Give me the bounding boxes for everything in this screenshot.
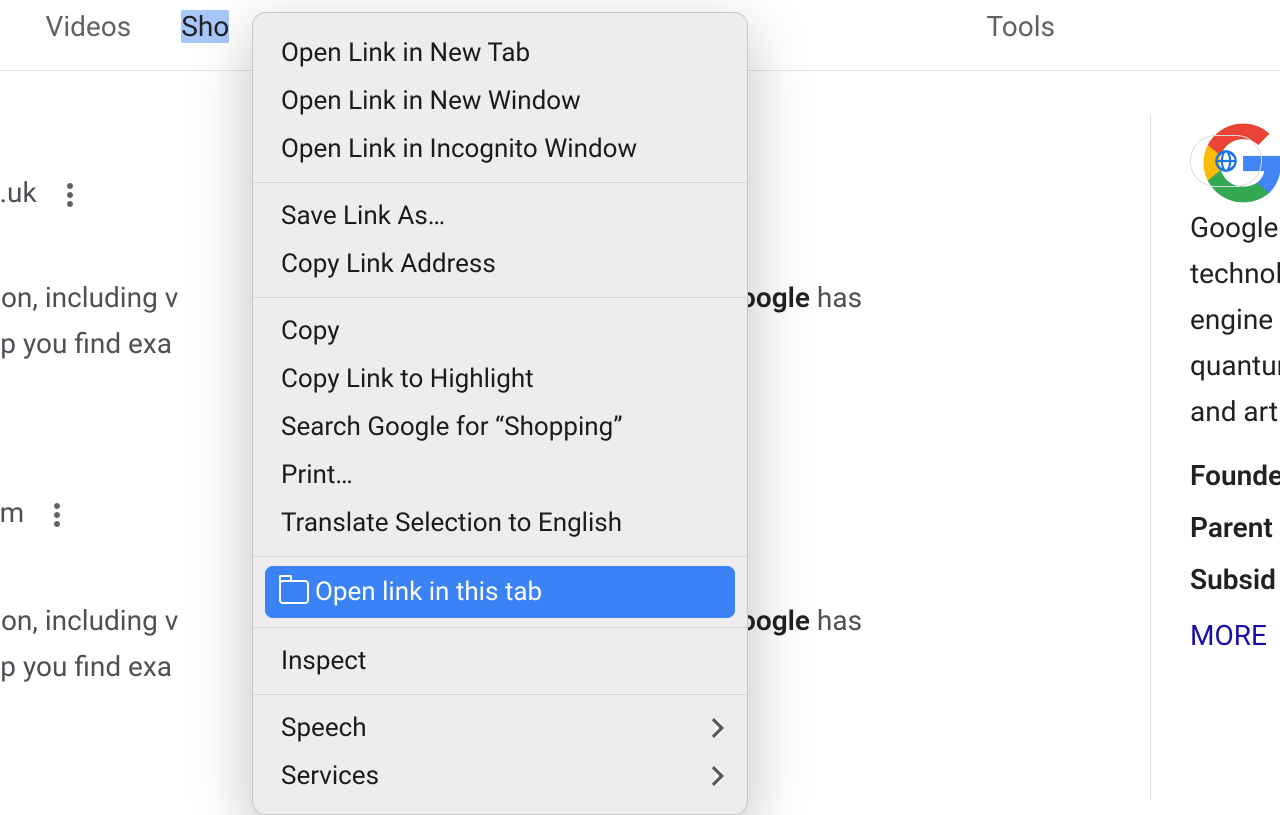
ctx-speech[interactable]: Speech <box>253 704 747 752</box>
more-icon[interactable] <box>54 512 60 518</box>
search-tabs: ws Videos Sho <box>0 10 229 43</box>
kp-line: Google <box>1190 205 1280 251</box>
ctx-print[interactable]: Print… <box>253 451 747 499</box>
ctx-separator <box>253 694 747 695</box>
result-url-uk[interactable]: le.co.uk <box>0 170 73 216</box>
ctx-translate[interactable]: Translate Selection to English <box>253 499 747 547</box>
kp-line: quantur <box>1190 343 1280 389</box>
ctx-copy-link-highlight[interactable]: Copy Link to Highlight <box>253 355 747 403</box>
ctx-open-new-window[interactable]: Open Link in New Window <box>253 77 747 125</box>
tab-icon <box>279 580 309 604</box>
globe-icon <box>1213 148 1239 174</box>
ctx-open-incognito[interactable]: Open Link in Incognito Window <box>253 125 747 173</box>
ctx-copy-link-address[interactable]: Copy Link Address <box>253 240 747 288</box>
result-url-com[interactable]: le.com <box>0 490 60 536</box>
ctx-inspect[interactable]: Inspect <box>253 637 747 685</box>
ctx-separator <box>253 297 747 298</box>
ctx-search-google[interactable]: Search Google for “Shopping” <box>253 403 747 451</box>
ctx-services[interactable]: Services <box>253 752 747 800</box>
ctx-copy[interactable]: Copy <box>253 307 747 355</box>
ctx-open-new-tab[interactable]: Open Link in New Tab <box>253 29 747 77</box>
context-menu: Open Link in New Tab Open Link in New Wi… <box>252 12 748 815</box>
result-bold-1: oogle has <box>740 275 862 321</box>
kp-more-link[interactable]: MORE <box>1190 613 1280 659</box>
ctx-separator <box>253 556 747 557</box>
result-text-2b: s to help you find exa <box>0 644 172 690</box>
kp-subsid: Subsid <box>1190 557 1280 603</box>
ctx-open-this-tab[interactable]: Open link in this tab <box>265 566 735 618</box>
ctx-separator <box>253 182 747 183</box>
website-button[interactable] <box>1190 135 1262 187</box>
result-text-1b: s to help you find exa <box>0 321 172 367</box>
tab-videos[interactable]: Videos <box>46 10 132 43</box>
knowledge-panel: Google technol engine quantur and arti F… <box>1190 115 1280 659</box>
kp-parent: Parent <box>1190 505 1280 551</box>
result-text-1a: formation, including v <box>0 275 178 321</box>
kp-founded: Founde <box>1190 453 1280 499</box>
tools-link[interactable]: Tools <box>986 10 1055 43</box>
kp-line: technol <box>1190 251 1280 297</box>
more-icon[interactable] <box>67 192 73 198</box>
ctx-save-link-as[interactable]: Save Link As… <box>253 192 747 240</box>
result-bold-2: oogle has <box>740 598 862 644</box>
kp-divider <box>1150 115 1151 800</box>
kp-line: and arti <box>1190 389 1280 435</box>
tab-shopping[interactable]: Sho <box>181 10 229 43</box>
result-text-2a: formation, including v <box>0 598 178 644</box>
kp-line: engine <box>1190 297 1280 343</box>
ctx-separator <box>253 627 747 628</box>
